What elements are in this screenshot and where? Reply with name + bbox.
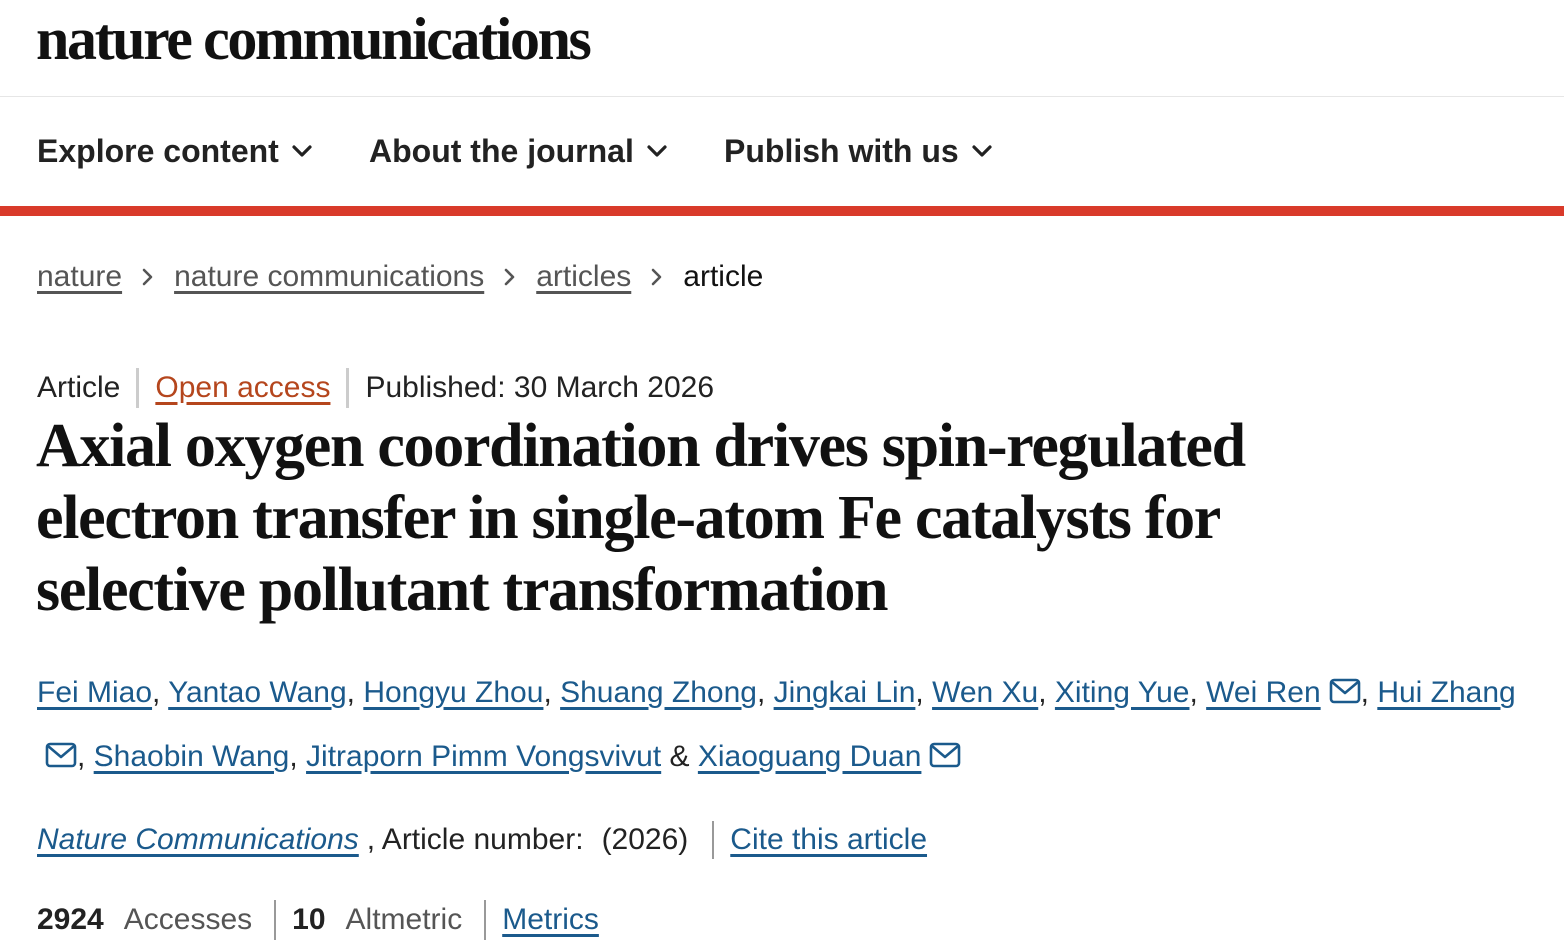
open-access-link[interactable]: Open access bbox=[155, 368, 330, 408]
metrics-link[interactable]: Metrics bbox=[502, 900, 599, 940]
author-link[interactable]: Shuang Zhong bbox=[560, 676, 757, 709]
citation-line: Nature Communications , Article number: … bbox=[37, 820, 927, 860]
author-link[interactable]: Hongyu Zhou bbox=[363, 676, 543, 709]
accesses-count: 2924 bbox=[37, 903, 104, 936]
chevron-right-icon bbox=[504, 267, 516, 287]
mail-icon[interactable] bbox=[1329, 664, 1361, 726]
article-type: Article bbox=[37, 371, 121, 404]
author-list: Fei Miao, Yantao Wang, Hongyu Zhou, Shua… bbox=[37, 662, 1537, 790]
chevron-down-icon bbox=[292, 145, 312, 157]
citation-year: (2026) bbox=[601, 823, 689, 856]
breadcrumb-current: article bbox=[683, 260, 764, 293]
author-link[interactable]: Xiting Yue bbox=[1055, 676, 1190, 709]
author-link[interactable]: Yantao Wang bbox=[168, 676, 346, 709]
nav-about-journal[interactable]: About the journal bbox=[369, 131, 668, 171]
author-link[interactable]: Shaobin Wang bbox=[94, 740, 290, 773]
author-separator: , bbox=[1038, 676, 1055, 709]
article-meta: Article Open access Published: 30 March … bbox=[37, 368, 714, 408]
meta-divider bbox=[136, 368, 140, 408]
stats-divider bbox=[274, 900, 277, 940]
journal-logo[interactable]: nature communications bbox=[36, 6, 592, 72]
article-number-label: , Article number: bbox=[366, 823, 584, 856]
author-separator: , bbox=[289, 740, 307, 773]
breadcrumb: nature nature communications articles ar… bbox=[37, 258, 763, 296]
author-link[interactable]: Jingkai Lin bbox=[774, 676, 916, 709]
author-separator: , bbox=[152, 676, 169, 709]
author-separator: , bbox=[915, 676, 933, 709]
author-link[interactable]: Fei Miao bbox=[37, 676, 152, 709]
chevron-right-icon bbox=[651, 267, 663, 287]
author-separator: & bbox=[661, 740, 698, 773]
author-separator: , bbox=[1189, 676, 1207, 709]
nav-accent-rule bbox=[0, 206, 1564, 216]
author-separator: , bbox=[346, 676, 364, 709]
nav-label: Explore content bbox=[37, 133, 279, 169]
mail-icon[interactable] bbox=[929, 728, 961, 790]
mail-icon[interactable] bbox=[45, 728, 77, 790]
breadcrumb-link-articles[interactable]: articles bbox=[536, 258, 631, 296]
author-link[interactable]: Jitraporn Pimm Vongsvivut bbox=[306, 740, 661, 773]
site-header: nature communications bbox=[0, 0, 1564, 97]
journal-link[interactable]: Nature Communications bbox=[37, 820, 359, 860]
published-date: Published: 30 March 2026 bbox=[365, 371, 715, 404]
nav-publish-with-us[interactable]: Publish with us bbox=[724, 131, 993, 171]
main-nav: Explore content About the journal Publis… bbox=[0, 97, 1564, 206]
author-link[interactable]: Hui Zhang bbox=[1377, 676, 1515, 709]
chevron-down-icon bbox=[647, 145, 667, 157]
author-separator: , bbox=[77, 740, 94, 773]
chevron-down-icon bbox=[972, 145, 992, 157]
breadcrumb-link-nature-communications[interactable]: nature communications bbox=[174, 258, 484, 296]
author-link[interactable]: Wei Ren bbox=[1206, 676, 1321, 709]
meta-divider bbox=[346, 368, 350, 408]
author-link[interactable]: Xiaoguang Duan bbox=[698, 740, 922, 773]
nav-label: About the journal bbox=[369, 133, 634, 169]
nav-label: Publish with us bbox=[724, 133, 959, 169]
cite-this-article-link[interactable]: Cite this article bbox=[730, 820, 927, 860]
altmetric-count: 10 bbox=[292, 903, 326, 936]
author-separator: , bbox=[1360, 676, 1378, 709]
altmetric-label: Altmetric bbox=[345, 903, 463, 936]
nav-explore-content[interactable]: Explore content bbox=[37, 131, 313, 171]
author-separator: , bbox=[543, 676, 561, 709]
article-stats: 2924 Accesses 10 Altmetric Metrics bbox=[37, 900, 599, 940]
citation-divider bbox=[712, 821, 715, 859]
author-link[interactable]: Wen Xu bbox=[932, 676, 1038, 709]
chevron-right-icon bbox=[142, 267, 154, 287]
accesses-label: Accesses bbox=[123, 903, 253, 936]
breadcrumb-link-nature[interactable]: nature bbox=[37, 258, 122, 296]
stats-divider bbox=[484, 900, 487, 940]
article-title: Axial oxygen coordination drives spin-re… bbox=[36, 412, 1246, 624]
author-separator: , bbox=[756, 676, 774, 709]
